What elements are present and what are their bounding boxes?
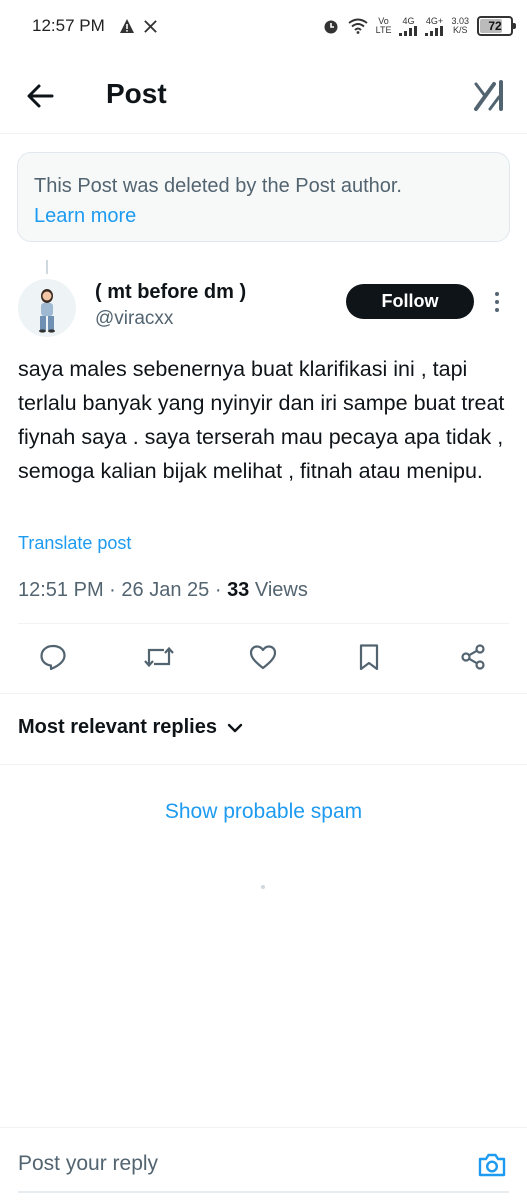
deleted-post-notice: This Post was deleted by the Post author… <box>17 152 510 242</box>
translate-post-link[interactable]: Translate post <box>18 533 131 554</box>
repost-icon <box>144 646 174 668</box>
views-count: 33 <box>227 579 250 601</box>
reply-input-underline <box>18 1191 509 1193</box>
bookmark-button[interactable] <box>352 640 386 674</box>
like-button[interactable] <box>246 640 280 674</box>
thread-line <box>46 260 48 274</box>
grok-icon[interactable] <box>473 78 507 112</box>
reply-input[interactable]: Post your reply <box>18 1152 158 1176</box>
reply-button[interactable] <box>36 640 70 674</box>
divider <box>0 764 527 765</box>
reply-icon <box>40 644 66 671</box>
post-time: 12:51 PM <box>18 579 104 601</box>
status-bar: 12:57 PM Vo LTE 4G 4G+ 3.03 K/S 72 <box>0 0 527 52</box>
reply-bar: Post your reply <box>0 1127 527 1200</box>
camera-icon[interactable] <box>477 1150 507 1180</box>
bookmark-icon <box>359 644 379 671</box>
divider <box>18 623 509 624</box>
battery-icon: 72 <box>477 16 516 36</box>
separator: · <box>109 579 116 601</box>
deleted-notice-text: This Post was deleted by the Post author… <box>34 175 402 197</box>
chevron-down-icon <box>227 723 243 732</box>
share-icon <box>461 644 485 670</box>
post-meta: 12:51 PM · 26 Jan 25 · 33 Views <box>18 579 308 602</box>
divider <box>0 693 527 694</box>
signal-icon <box>425 25 444 36</box>
replies-sort-dropdown[interactable]: Most relevant replies <box>18 716 243 739</box>
signal-4g-plus: 4G+ <box>425 16 444 36</box>
follow-button[interactable]: Follow <box>346 284 474 319</box>
action-bar <box>0 640 527 680</box>
back-arrow-icon[interactable] <box>24 80 56 112</box>
x-logo-icon <box>143 19 157 33</box>
share-button[interactable] <box>456 640 490 674</box>
signal-4g: 4G <box>399 16 418 36</box>
repost-button[interactable] <box>142 640 176 674</box>
learn-more-link[interactable]: Learn more <box>34 201 493 231</box>
alarm-icon <box>324 20 338 34</box>
avatar[interactable] <box>18 279 76 337</box>
signal-icon <box>399 25 418 36</box>
network-type: Vo LTE <box>375 16 392 35</box>
views-label: Views <box>254 579 308 601</box>
post-text: saya males sebenernya buat klarifikasi i… <box>18 357 505 483</box>
replies-sort-label: Most relevant replies <box>18 716 217 738</box>
page-title: Post <box>106 78 167 109</box>
status-time: 12:57 PM <box>32 16 105 35</box>
network-speed: 3.03 K/S <box>451 16 469 35</box>
more-options-icon[interactable] <box>490 288 504 316</box>
separator: · <box>214 579 222 601</box>
header: Post <box>0 60 527 134</box>
alert-icon <box>119 19 134 33</box>
like-icon <box>249 645 277 670</box>
author-name[interactable]: ( mt before dm ) <box>95 281 246 304</box>
post-date: 26 Jan 25 <box>121 579 210 601</box>
wifi-icon <box>348 18 368 34</box>
show-probable-spam-link[interactable]: Show probable spam <box>0 800 527 824</box>
loading-indicator <box>261 885 265 889</box>
author-handle[interactable]: @viracxx <box>95 308 173 330</box>
